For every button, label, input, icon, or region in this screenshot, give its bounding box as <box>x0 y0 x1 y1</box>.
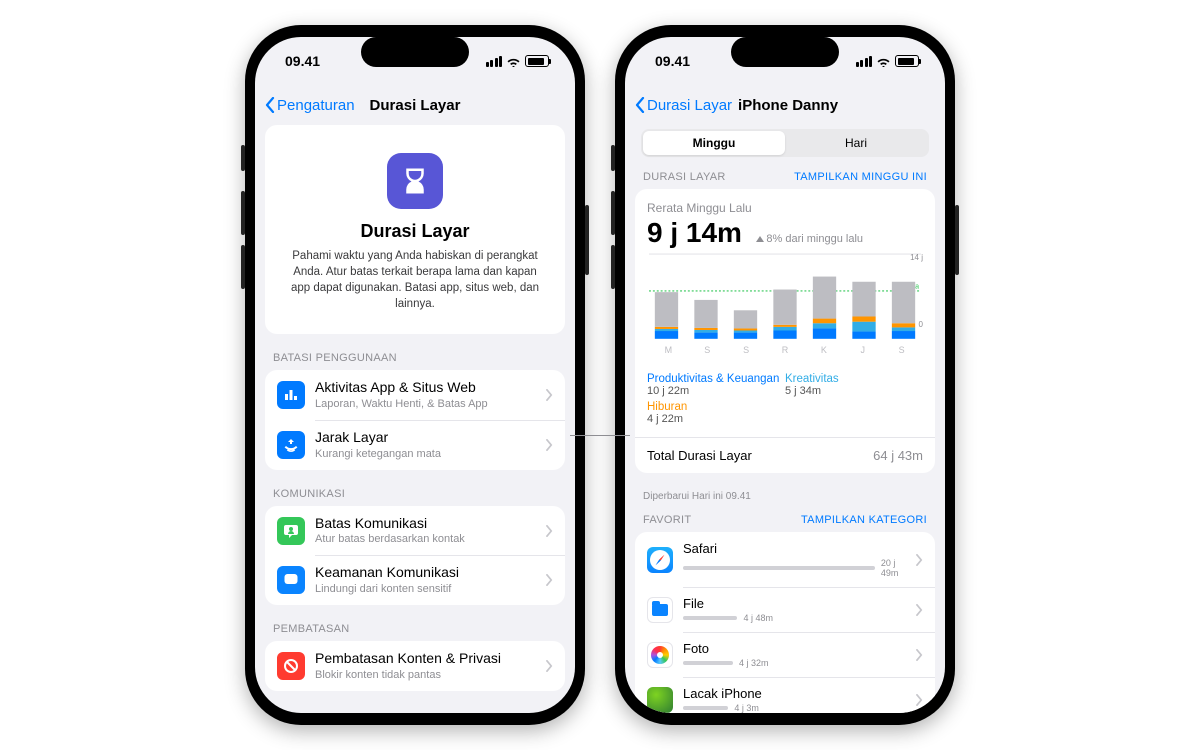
row-screen-distance[interactable]: Jarak Layar Kurangi ketegangan mata <box>265 420 565 470</box>
fav-row[interactable]: File 4 j 48m <box>635 587 935 632</box>
nav-title: Durasi Layar <box>370 97 461 114</box>
row-comm-safety[interactable]: Keamanan Komunikasi Lindungi dari konten… <box>265 555 565 605</box>
chevron-left-icon <box>265 97 275 113</box>
fav-row[interactable]: Lacak iPhone 4 j 3m <box>635 677 935 713</box>
show-category-link[interactable]: TAMPILKAN KATEGORI <box>801 514 927 526</box>
show-this-week-link[interactable]: TAMPILKAN MINGGU INI <box>794 171 927 183</box>
cellular-icon <box>856 56 873 67</box>
avg-value: 9 j 14m <box>647 217 742 249</box>
wifi-icon <box>876 56 891 67</box>
row-title: Jarak Layar <box>315 429 540 447</box>
chevron-right-icon <box>916 694 923 706</box>
section-header-comm: KOMUNIKASI <box>273 488 557 500</box>
row-title: Batas Komunikasi <box>315 515 540 533</box>
summary-card: Rerata Minggu Lalu 9 j 14m 8% dari mingg… <box>635 189 935 473</box>
nav-bar: Pengaturan Durasi Layar <box>255 85 575 125</box>
back-button[interactable]: Durasi Layar <box>635 97 732 114</box>
chevron-right-icon <box>916 554 923 566</box>
back-label: Durasi Layar <box>647 97 732 114</box>
total-row: Total Durasi Layar 64 j 43m <box>635 437 935 473</box>
dynamic-island <box>361 37 469 67</box>
connector-line <box>570 435 630 436</box>
row-subtitle: Kurangi ketegangan mata <box>315 448 540 461</box>
row-subtitle: Blokir konten tidak pantas <box>315 669 540 682</box>
app-icon <box>647 687 673 713</box>
battery-icon <box>525 55 549 67</box>
seg-day[interactable]: Hari <box>785 131 927 155</box>
segmented-control[interactable]: Minggu Hari <box>641 129 929 157</box>
chevron-right-icon <box>546 574 553 586</box>
row-app-activity[interactable]: Aktivitas App & Situs Web Laporan, Waktu… <box>265 370 565 420</box>
chevron-right-icon <box>546 525 553 537</box>
delta-value: 8% dari minggu lalu <box>756 233 863 245</box>
nav-bar: Durasi Layar iPhone Danny <box>625 85 945 125</box>
fav-name: Foto <box>683 641 910 656</box>
waves-up-icon <box>277 431 305 459</box>
fav-name: File <box>683 596 910 611</box>
legend-item: Kreativitas5 j 34m <box>785 371 923 399</box>
fav-name: Lacak iPhone <box>683 686 910 701</box>
section-header-usage: BATASI PENGGUNAAN <box>273 352 557 364</box>
favorit-list: Safari 20 j 49m File 4 j 48m Foto 4 j 32… <box>635 532 935 713</box>
chevron-right-icon <box>916 649 923 661</box>
legend-item: Produktivitas & Keuangan10 j 22m <box>647 371 785 399</box>
chevron-right-icon <box>916 604 923 616</box>
chevron-left-icon <box>635 97 645 113</box>
phone-frame-left: 09.41 Pengaturan Durasi Layar <box>245 25 585 725</box>
weekly-chart: 14 j 0 rerata <box>647 253 923 341</box>
section-header-duration: DURASI LAYAR TAMPILKAN MINGGU INI <box>643 171 927 183</box>
avg-label: Rerata Minggu Lalu <box>647 201 923 215</box>
legend-item: Hiburan4 j 22m <box>647 399 785 427</box>
hero-title: Durasi Layar <box>283 221 547 242</box>
status-time: 09.41 <box>655 53 690 69</box>
person-bubble-icon <box>277 517 305 545</box>
row-title: Aktivitas App & Situs Web <box>315 379 540 397</box>
bubble-shield-icon <box>277 566 305 594</box>
row-title: Pembatasan Konten & Privasi <box>315 650 540 668</box>
fav-row[interactable]: Safari 20 j 49m <box>635 532 935 587</box>
chevron-right-icon <box>546 389 553 401</box>
cellular-icon <box>486 56 503 67</box>
dynamic-island <box>731 37 839 67</box>
row-content-privacy[interactable]: Pembatasan Konten & Privasi Blokir konte… <box>265 641 565 691</box>
chart-bar-icon <box>277 381 305 409</box>
fav-name: Safari <box>683 541 910 556</box>
phone-frame-right: 09.41 Durasi Layar iPhone Danny Minggu H… <box>615 25 955 725</box>
hero-card: Durasi Layar Pahami waktu yang Anda habi… <box>265 125 565 334</box>
status-time: 09.41 <box>285 53 320 69</box>
wifi-icon <box>506 56 521 67</box>
chart-day-labels: MSSRKJS <box>647 345 923 357</box>
section-header-restrict: PEMBATASAN <box>273 623 557 635</box>
chart-legend: Produktivitas & Keuangan10 j 22m Kreativ… <box>635 365 935 437</box>
nav-title: iPhone Danny <box>738 97 935 114</box>
chevron-right-icon <box>546 660 553 672</box>
back-button[interactable]: Pengaturan <box>265 97 355 114</box>
battery-icon <box>895 55 919 67</box>
section-header-favorit: FAVORIT TAMPILKAN KATEGORI <box>643 514 927 526</box>
row-comm-limits[interactable]: Batas Komunikasi Atur batas berdasarkan … <box>265 506 565 556</box>
row-title: Keamanan Komunikasi <box>315 564 540 582</box>
fav-row[interactable]: Foto 4 j 32m <box>635 632 935 677</box>
chevron-right-icon <box>546 439 553 451</box>
seg-week[interactable]: Minggu <box>643 131 785 155</box>
screen-time-icon <box>387 153 443 209</box>
row-subtitle: Lindungi dari konten sensitif <box>315 583 540 596</box>
hero-body: Pahami waktu yang Anda habiskan di peran… <box>283 248 547 312</box>
row-subtitle: Laporan, Waktu Henti, & Batas App <box>315 398 540 411</box>
row-subtitle: Atur batas berdasarkan kontak <box>315 533 540 546</box>
app-icon <box>647 642 673 668</box>
back-label: Pengaturan <box>277 97 355 114</box>
no-sign-icon <box>277 652 305 680</box>
updated-label: Diperbarui Hari ini 09.41 <box>643 491 927 502</box>
app-icon <box>647 597 673 623</box>
app-icon <box>647 547 673 573</box>
